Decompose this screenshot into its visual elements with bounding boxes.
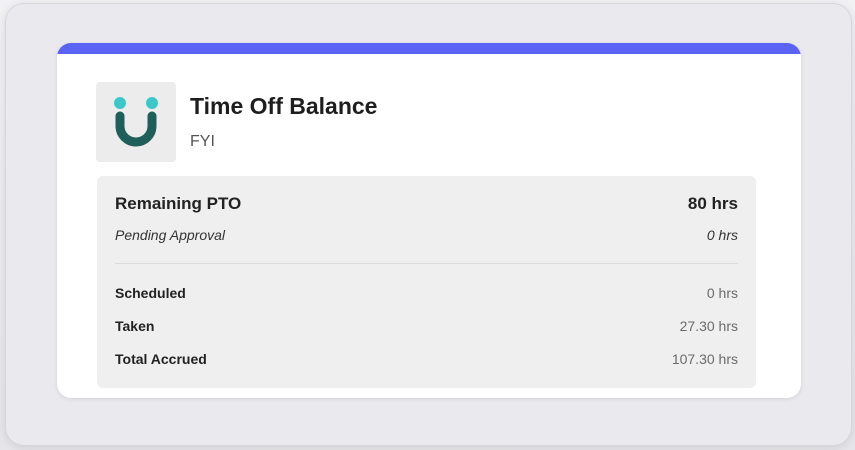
- card-accent-bar: [57, 43, 801, 54]
- total-accrued-row: Total Accrued 107.30 hrs: [115, 351, 738, 367]
- scheduled-row: Scheduled 0 hrs: [115, 285, 738, 301]
- smile-logo-icon: [114, 97, 158, 147]
- total-accrued-label: Total Accrued: [115, 351, 207, 367]
- taken-label: Taken: [115, 318, 155, 334]
- remaining-pto-label: Remaining PTO: [115, 194, 242, 213]
- taken-row: Taken 27.30 hrs: [115, 318, 738, 334]
- app-logo: [96, 82, 176, 162]
- pending-approval-value: 0 hrs: [706, 227, 738, 243]
- remaining-pto-row: Remaining PTO 80 hrs: [115, 194, 738, 214]
- total-accrued-value: 107.30 hrs: [671, 351, 738, 367]
- time-off-card: Time Off Balance FYI Remaining PTO 80 hr…: [57, 43, 801, 398]
- card-subtitle: FYI: [190, 133, 215, 150]
- remaining-pto-value: 80 hrs: [687, 194, 738, 213]
- card-title: Time Off Balance: [190, 93, 378, 119]
- taken-value: 27.30 hrs: [679, 318, 738, 334]
- scheduled-value: 0 hrs: [706, 285, 738, 301]
- scheduled-label: Scheduled: [115, 285, 186, 301]
- balance-panel: Remaining PTO 80 hrs Pending Approval 0 …: [97, 176, 756, 388]
- pending-approval-row: Pending Approval 0 hrs: [115, 227, 738, 243]
- pending-approval-label: Pending Approval: [115, 227, 226, 243]
- panel-divider: [115, 263, 738, 264]
